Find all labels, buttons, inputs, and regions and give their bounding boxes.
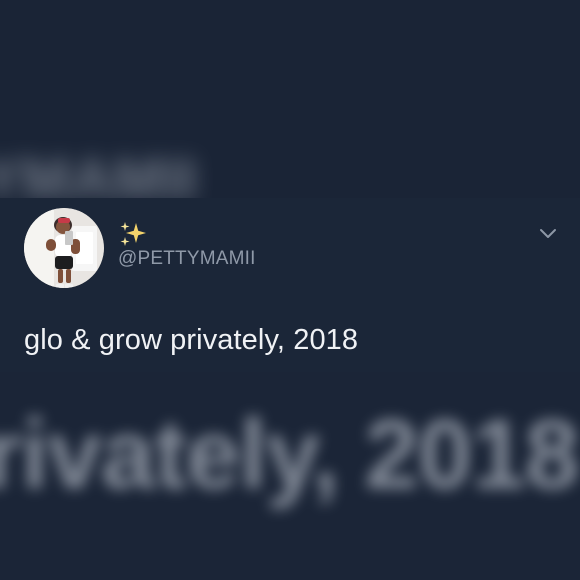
blurred-top-background: YMAMII [0,0,580,198]
username[interactable]: @PETTYMAMII [118,248,256,270]
avatar-image [24,208,104,288]
blurred-username-background: YMAMII [0,147,198,198]
chevron-down-icon[interactable] [537,223,559,243]
sparkles-icon [120,222,146,246]
profile-avatar[interactable] [24,208,104,288]
blurred-bottom-background: rivately, 2018 [0,388,580,580]
tweet-text: glo & grow privately, 2018 [24,324,359,356]
blurred-tweet-background: rivately, 2018 [0,399,579,509]
